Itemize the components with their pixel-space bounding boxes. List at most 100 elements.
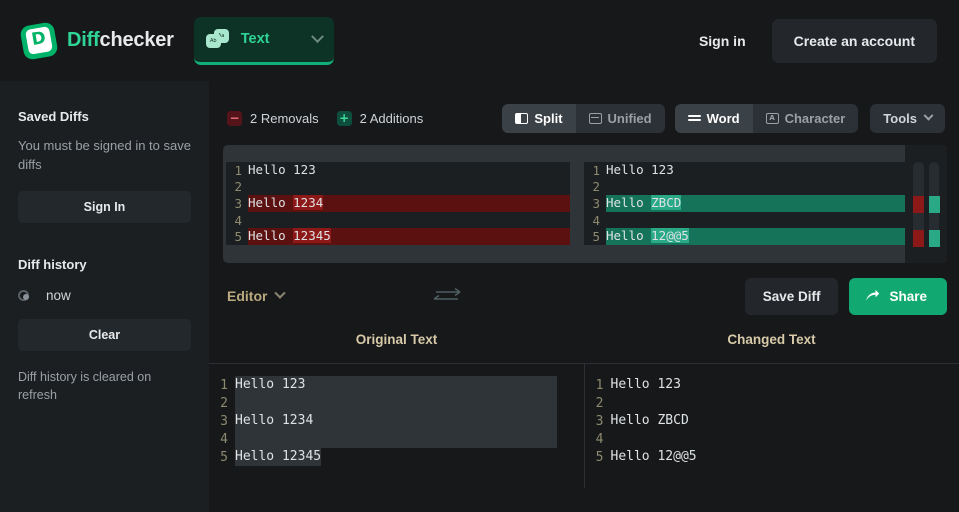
sidebar-sign-in-button[interactable]: Sign In [18, 191, 191, 223]
editor-line-number: 2 [585, 396, 611, 411]
tab-character[interactable]: A Character [753, 104, 859, 133]
unified-view-icon [589, 113, 602, 124]
diff-line-number: 1 [226, 163, 248, 178]
diff-line-text [248, 179, 570, 196]
original-text-editor[interactable]: 1Hello 12323Hello 123445Hello 12345 [209, 364, 584, 488]
editor-dropdown-label: Editor [227, 288, 267, 304]
header-actions: Sign in Create an account [685, 19, 937, 63]
tab-split[interactable]: Split [502, 104, 575, 133]
editor-line-number: 4 [209, 432, 235, 447]
diff-line-number: 3 [226, 196, 248, 211]
tab-unified[interactable]: Unified [576, 104, 665, 133]
editor-dropdown[interactable]: Editor [227, 288, 284, 304]
share-arrow-icon [865, 289, 880, 303]
diff-type-selector[interactable]: Aa Ab Text [194, 17, 334, 65]
diff-line-number: 1 [584, 163, 606, 178]
diff-history-entry-label: now [46, 288, 71, 303]
diff-line-text [606, 179, 928, 196]
editor-line-text: Hello 123 [611, 376, 681, 394]
logo-letter: D [30, 29, 47, 48]
app-header: D Diffchecker Aa Ab Text Sign in Create … [0, 0, 959, 81]
chevron-down-icon [311, 30, 324, 43]
diff-line-number: 5 [226, 229, 248, 244]
diff-line-text: Hello 123 [606, 162, 928, 179]
diff-word-highlight: 12345 [293, 228, 331, 243]
minimap-mark [929, 196, 940, 213]
editor-line: 4 [585, 430, 959, 448]
diff-line-number: 4 [226, 213, 248, 228]
editor-line: 1Hello 123 [585, 376, 959, 394]
swap-arrows-icon[interactable] [432, 288, 462, 304]
diff-word-highlight: 12@@5 [651, 228, 689, 243]
editor-toolbar: Editor Save Diff Share [209, 263, 959, 315]
granularity-toggle: Word A Character [675, 104, 859, 133]
diff-line-text: Hello 1234 [248, 195, 570, 212]
chevron-down-icon [924, 110, 934, 120]
diff-toolbar: − 2 Removals + 2 Additions Split Unified… [209, 81, 959, 135]
minus-icon: − [227, 111, 242, 126]
clear-history-button[interactable]: Clear [18, 319, 191, 351]
editor-line-number: 3 [209, 414, 235, 429]
diff-line: 3Hello ZBCD [584, 195, 928, 212]
diff-line-number: 4 [584, 213, 606, 228]
chevron-down-icon [275, 288, 286, 299]
editor-panes: 1Hello 12323Hello 123445Hello 12345 1Hel… [209, 364, 959, 488]
diff-line: 1Hello 123 [226, 162, 570, 179]
editor-line: 5Hello 12@@5 [585, 448, 959, 466]
tab-word[interactable]: Word [675, 104, 753, 133]
diff-word-highlight: ZBCD [651, 195, 681, 210]
removals-stat: − 2 Removals [227, 111, 319, 126]
minimap-removals-track[interactable] [913, 162, 924, 245]
diff-line: 4 [226, 212, 570, 229]
saved-diffs-title: Saved Diffs [18, 109, 191, 124]
editor-line: 2 [585, 394, 959, 412]
diff-line-text: Hello 12345 [248, 228, 570, 245]
diffchecker-logo-icon: D [22, 24, 56, 58]
radio-selected-icon[interactable] [18, 290, 29, 301]
diff-line-text: Hello 123 [248, 162, 570, 179]
minimap-mark [913, 230, 924, 247]
save-diff-button[interactable]: Save Diff [745, 278, 839, 315]
editor-line-text: Hello 123 [235, 376, 557, 394]
editor-line: 3Hello 1234 [209, 412, 584, 430]
share-button[interactable]: Share [849, 278, 947, 315]
editor-line-number: 4 [585, 432, 611, 447]
diff-line: 2 [584, 179, 928, 196]
diff-type-label: Text [241, 31, 313, 47]
brand-title: Diffchecker [67, 29, 174, 52]
additions-stat: + 2 Additions [337, 111, 424, 126]
editor-line-text: Hello 1234 [235, 412, 557, 430]
sign-in-link[interactable]: Sign in [685, 23, 760, 59]
editor-line: 1Hello 123 [209, 376, 584, 394]
editor-line: 4 [209, 430, 584, 448]
changed-text-editor[interactable]: 1Hello 12323Hello ZBCD45Hello 12@@5 [584, 364, 959, 488]
diff-word-highlight: 1234 [293, 195, 323, 210]
brand-logo[interactable]: D Diffchecker [22, 24, 174, 58]
editor-line-text [235, 394, 557, 412]
word-diff-icon [688, 113, 701, 124]
diff-line-text: Hello ZBCD [606, 195, 928, 212]
diff-pane-changed[interactable]: 1Hello 12323Hello ZBCD45Hello 12@@5 [584, 162, 928, 245]
diff-line: 1Hello 123 [584, 162, 928, 179]
diff-line-number: 5 [584, 229, 606, 244]
share-button-label: Share [889, 289, 927, 304]
diff-minimap[interactable] [905, 145, 947, 263]
view-mode-toggle: Split Unified [502, 104, 664, 133]
editor-line-number: 1 [209, 378, 235, 393]
additions-label: 2 Additions [360, 111, 424, 126]
diff-history-note: Diff history is cleared on refresh [18, 368, 191, 404]
brand-title-second: checker [100, 29, 174, 51]
diff-line-number: 3 [584, 196, 606, 211]
minimap-additions-track[interactable] [929, 162, 940, 245]
tools-dropdown-button[interactable]: Tools [870, 104, 945, 133]
plus-icon: + [337, 111, 352, 126]
diff-pane-original[interactable]: 1Hello 12323Hello 123445Hello 12345 [226, 162, 570, 245]
create-account-button[interactable]: Create an account [772, 19, 937, 63]
tab-unified-label: Unified [608, 111, 652, 126]
editor-line-text: Hello 12345 [235, 448, 321, 466]
editor-line: 5Hello 12345 [209, 448, 584, 466]
editor-line-number: 1 [585, 378, 611, 393]
diff-history-item[interactable]: now [18, 288, 191, 303]
brand-title-first: Diff [67, 29, 100, 51]
minimap-mark [929, 230, 940, 247]
